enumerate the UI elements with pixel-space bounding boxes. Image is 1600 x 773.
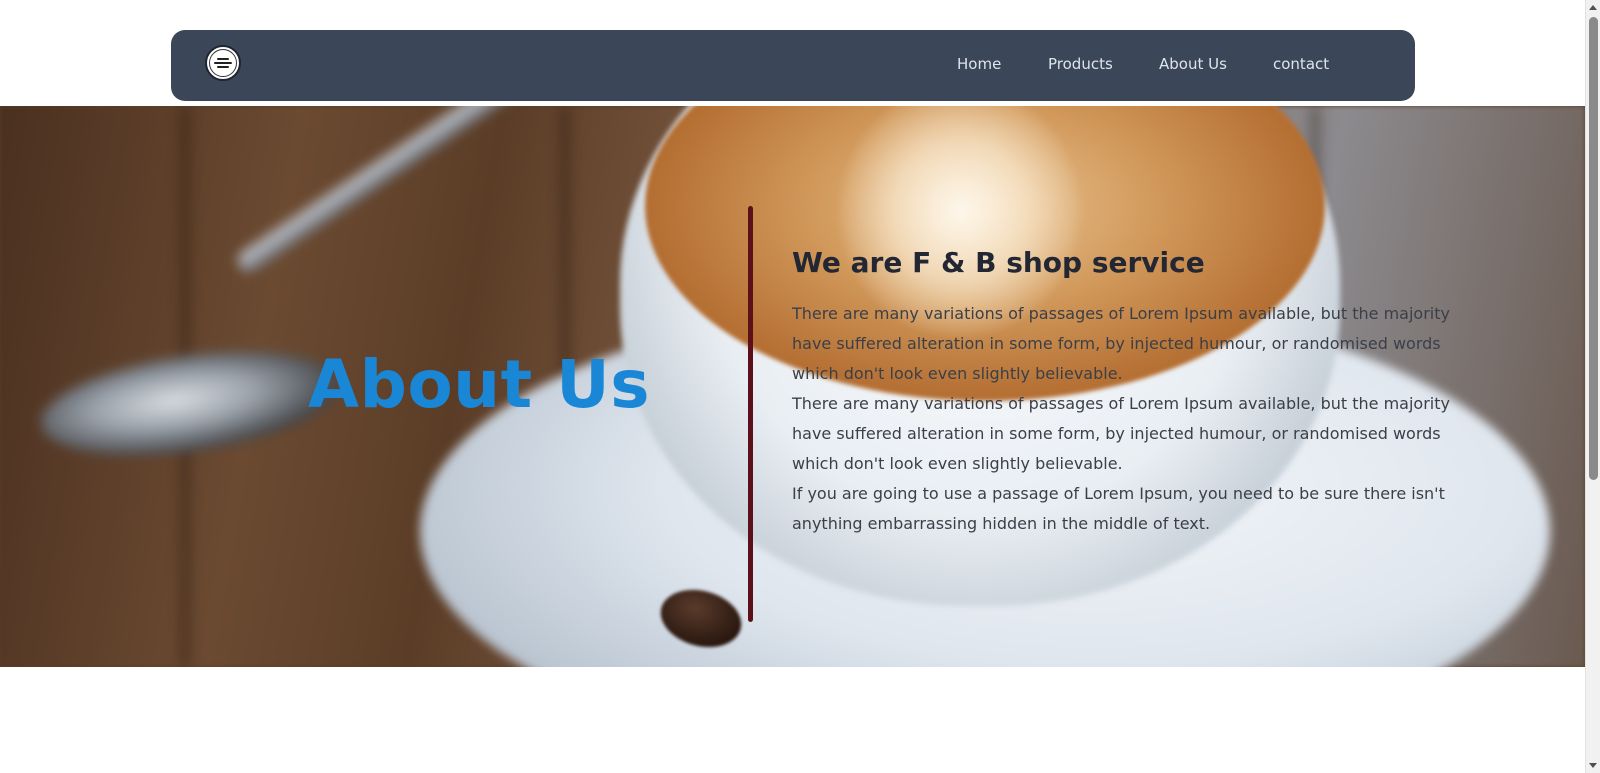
about-hero-section: About Us We are F & B shop service There… (0, 106, 1585, 667)
about-paragraph: There are many variations of passages of… (792, 304, 1450, 383)
scroll-up-icon[interactable] (1589, 5, 1597, 10)
about-content: We are F & B shop service There are many… (792, 246, 1452, 539)
vertical-divider (748, 206, 753, 622)
about-heading: We are F & B shop service (792, 246, 1205, 279)
vertical-scrollbar[interactable] (1585, 0, 1600, 773)
page-title: About Us (308, 346, 651, 423)
nav-link-home[interactable]: Home (957, 55, 1001, 73)
navbar: Home Products About Us contact (171, 30, 1415, 101)
nav-links: Home Products About Us contact (171, 30, 1415, 101)
about-paragraphs: There are many variations of passages of… (792, 299, 1452, 539)
about-paragraph: If you are going to use a passage of Lor… (792, 484, 1445, 533)
scroll-down-icon[interactable] (1589, 763, 1597, 768)
scroll-thumb[interactable] (1589, 17, 1598, 480)
nav-link-about-us[interactable]: About Us (1159, 55, 1227, 73)
about-paragraph: There are many variations of passages of… (792, 394, 1450, 473)
nav-link-products[interactable]: Products (1048, 55, 1113, 73)
nav-link-contact[interactable]: contact (1273, 55, 1329, 73)
